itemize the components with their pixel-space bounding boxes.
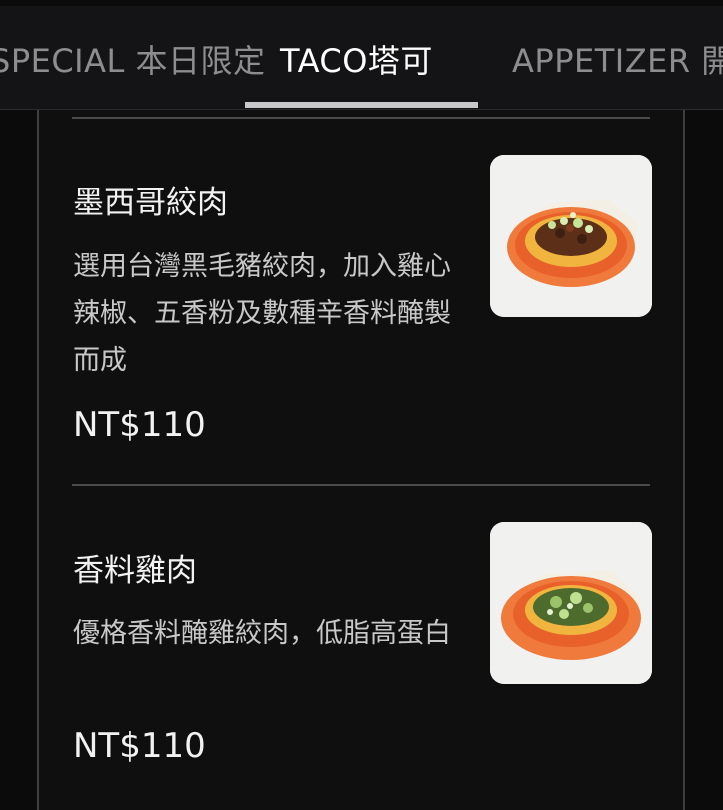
item-price: NT$110 xyxy=(73,726,206,766)
divider xyxy=(72,117,650,119)
item-name: 香料雞肉 xyxy=(73,553,197,589)
item-description: 優格香料醃雞絞肉，低脂高蛋白 xyxy=(73,618,451,649)
divider xyxy=(72,484,650,486)
active-tab-indicator xyxy=(245,102,478,108)
item-price: NT$110 xyxy=(73,405,206,445)
item-name: 墨西哥絞肉 xyxy=(73,185,228,221)
taco-ground-pork-photo[interactable] xyxy=(490,155,652,317)
category-tab-bar: SPECIAL 本日限定 TACO塔可 APPETIZER 開胃菜 xyxy=(0,6,723,110)
taco-spiced-chicken-image xyxy=(490,522,652,684)
tab-special[interactable]: SPECIAL 本日限定 xyxy=(0,36,266,82)
tab-appetizer[interactable]: APPETIZER 開胃菜 xyxy=(512,36,723,82)
tab-taco[interactable]: TACO塔可 xyxy=(280,36,433,82)
item-description: 選用台灣黑毛豬絞肉，加入雞心辣椒、五香粉及數種辛香料醃製而成 xyxy=(73,251,451,376)
taco-ground-pork-image xyxy=(490,155,652,317)
taco-spiced-chicken-photo[interactable] xyxy=(490,522,652,684)
